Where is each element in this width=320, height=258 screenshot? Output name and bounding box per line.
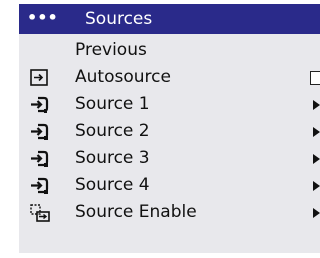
source-enable-icon [30,204,50,222]
source-input-icon [30,177,50,195]
menu-item-label: Source 4 [75,175,150,195]
autosource-checkbox[interactable] [310,71,320,85]
menu-title: Sources [85,9,153,29]
sources-menu: ••• Sources Previous Autosource Source 1 [19,4,320,253]
menu-item-source-enable[interactable]: Source Enable [19,197,320,228]
source-input-icon [30,96,50,114]
submenu-arrow-icon [313,181,320,191]
menu-item-label: Source 2 [75,121,150,141]
menu-item-label: Autosource [75,67,171,87]
menu-item-label: Source Enable [75,202,197,222]
submenu-arrow-icon [313,208,320,218]
source-input-icon [30,150,50,168]
autosource-icon [30,69,50,87]
submenu-arrow-icon [313,127,320,137]
source-input-icon [30,123,50,141]
menu-item-label: Source 1 [75,94,150,114]
submenu-arrow-icon [313,100,320,110]
menu-item-label: Previous [75,40,147,60]
menu-dots-icon: ••• [27,8,58,27]
menu-item-label: Source 3 [75,148,150,168]
submenu-arrow-icon [313,154,320,164]
menu-title-bar: ••• Sources [19,4,320,34]
